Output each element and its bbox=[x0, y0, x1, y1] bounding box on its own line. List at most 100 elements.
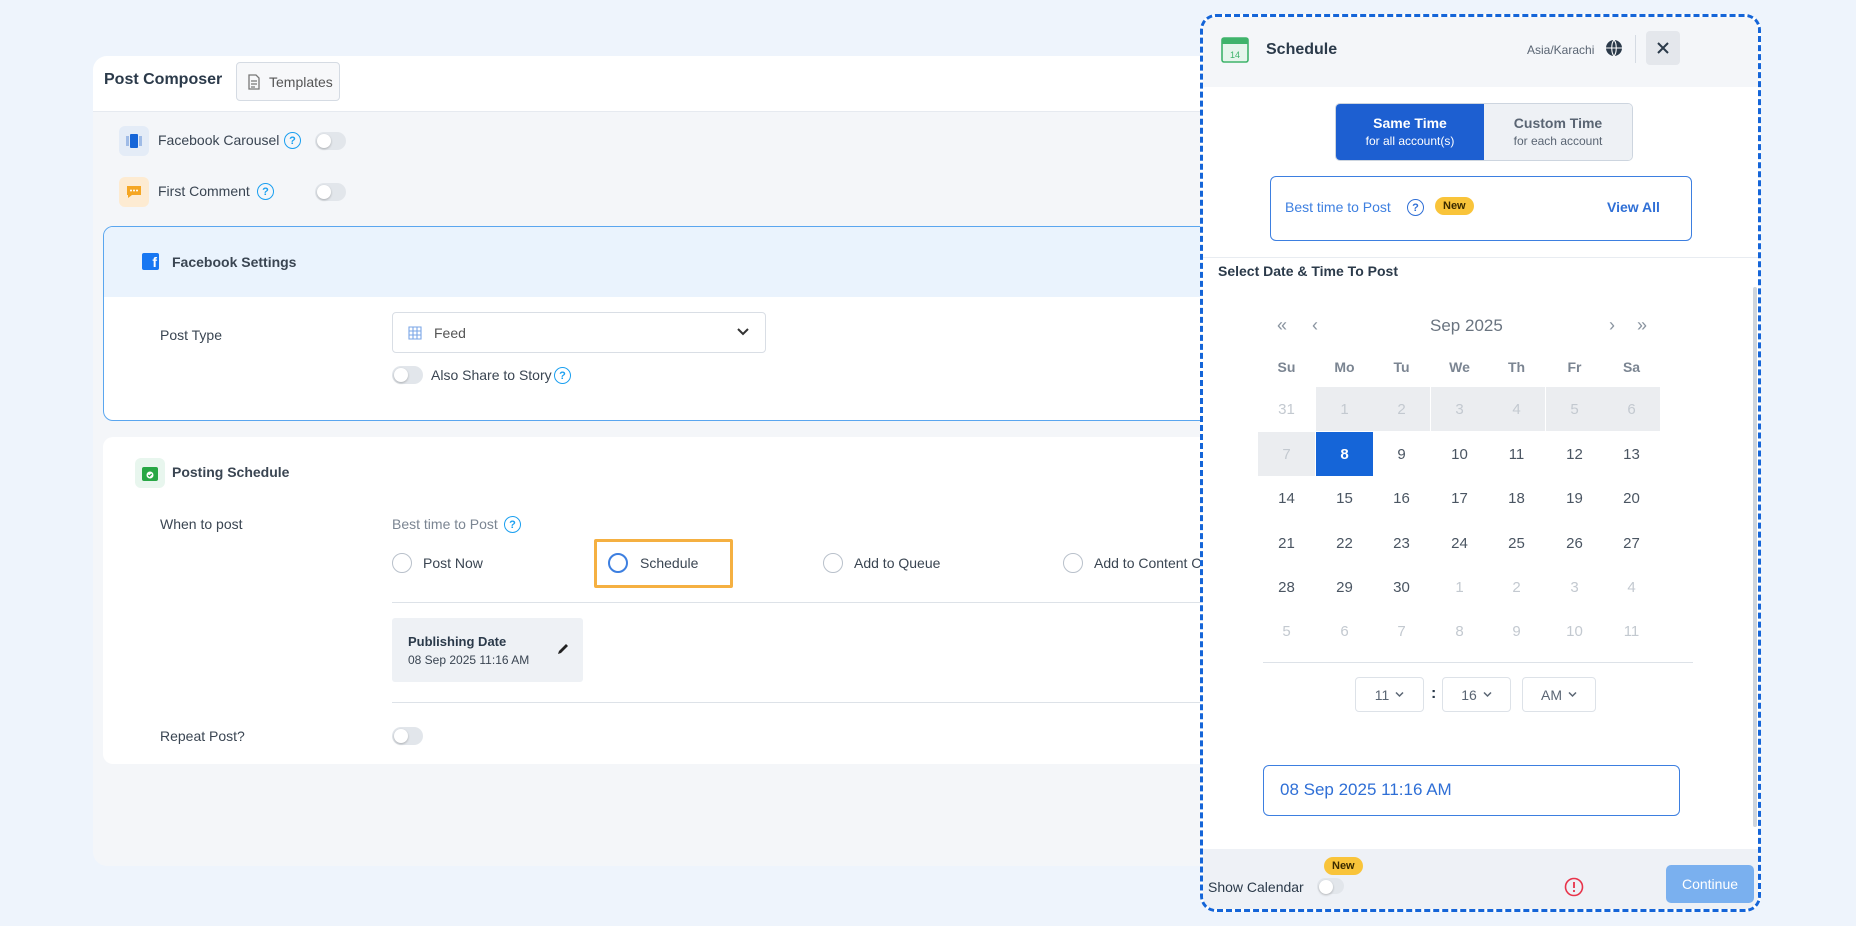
calendar-day[interactable]: 26 bbox=[1546, 521, 1603, 565]
modal-title: Schedule bbox=[1266, 41, 1338, 58]
templates-button[interactable]: Templates bbox=[236, 62, 340, 101]
calendar-day[interactable]: 28 bbox=[1258, 565, 1315, 609]
calendar-day[interactable]: 16 bbox=[1373, 476, 1430, 520]
view-all-link[interactable]: View All bbox=[1607, 199, 1660, 215]
post-type-select[interactable]: Feed bbox=[392, 312, 766, 353]
calendar-day[interactable]: 17 bbox=[1431, 476, 1488, 520]
calendar-day-disabled: 3 bbox=[1431, 387, 1488, 431]
calendar-day-selected[interactable]: 8 bbox=[1316, 432, 1373, 476]
radio-add-to-content-calendar-label: Add to Content C bbox=[1094, 555, 1202, 571]
also-share-toggle[interactable] bbox=[392, 366, 423, 384]
calendar-day[interactable]: 24 bbox=[1431, 521, 1488, 565]
calendar-day[interactable]: 15 bbox=[1316, 476, 1373, 520]
radio-add-to-content-calendar[interactable] bbox=[1063, 553, 1083, 573]
calendar-day[interactable]: 29 bbox=[1316, 565, 1373, 609]
time-separator: : bbox=[1431, 685, 1437, 702]
first-comment-toggle[interactable] bbox=[315, 183, 346, 201]
timezone-label[interactable]: Asia/Karachi bbox=[1527, 43, 1594, 57]
svg-text:14: 14 bbox=[1230, 50, 1240, 60]
calendar-day[interactable]: 18 bbox=[1488, 476, 1545, 520]
radio-post-now[interactable] bbox=[392, 553, 412, 573]
tab-same-time-title: Same Time bbox=[1373, 115, 1447, 131]
close-button[interactable] bbox=[1646, 31, 1680, 65]
minute-value: 16 bbox=[1461, 686, 1477, 703]
globe-icon[interactable] bbox=[1605, 39, 1623, 57]
prev-year-icon[interactable]: « bbox=[1277, 315, 1287, 336]
calendar-check-icon bbox=[135, 458, 165, 488]
calendar-month[interactable]: Sep bbox=[1430, 316, 1460, 336]
pencil-icon[interactable] bbox=[556, 642, 570, 656]
calendar-day-disabled: 6 bbox=[1603, 387, 1660, 431]
new-badge: New bbox=[1435, 197, 1474, 215]
hour-select[interactable]: 11 bbox=[1355, 677, 1424, 712]
calendar-day[interactable]: 11 bbox=[1488, 432, 1545, 476]
best-time-help-icon[interactable]: ? bbox=[504, 516, 521, 533]
calendar-day[interactable]: 30 bbox=[1373, 565, 1430, 609]
tab-custom-time-subtitle: for each account bbox=[1513, 134, 1603, 148]
also-share-help-icon[interactable]: ? bbox=[554, 367, 571, 384]
calendar-day-outside: 3 bbox=[1570, 578, 1579, 596]
calendar-day[interactable]: 10 bbox=[1431, 432, 1488, 476]
calendar-day[interactable]: 9 bbox=[1373, 432, 1430, 476]
minute-select[interactable]: 16 bbox=[1442, 677, 1511, 712]
prev-month-icon[interactable]: ‹ bbox=[1312, 315, 1318, 336]
document-icon bbox=[248, 73, 260, 90]
calendar-day[interactable]: 23 bbox=[1373, 521, 1430, 565]
calendar-day[interactable]: 22 bbox=[1316, 521, 1373, 565]
calendar-day-disabled: 5 bbox=[1546, 387, 1603, 431]
best-time-panel-help-icon[interactable]: ? bbox=[1407, 199, 1424, 216]
calendar-day[interactable]: 12 bbox=[1546, 432, 1603, 476]
next-month-icon[interactable]: › bbox=[1609, 315, 1615, 336]
weekday-fr: Fr bbox=[1567, 359, 1582, 375]
best-time-label: Best time to Post bbox=[392, 516, 498, 532]
tab-same-time[interactable]: Same Time for all account(s) bbox=[1336, 104, 1484, 160]
publishing-date-title: Publishing Date bbox=[408, 634, 507, 649]
schedule-modal: 14 Schedule Asia/Karachi Same Time for a… bbox=[1200, 14, 1761, 912]
show-calendar-toggle[interactable] bbox=[1317, 878, 1344, 894]
carousel-help-icon[interactable]: ? bbox=[284, 132, 301, 149]
tab-custom-time[interactable]: Custom Time for each account bbox=[1484, 104, 1632, 160]
weekday-su: Su bbox=[1277, 359, 1296, 375]
meridiem-select[interactable]: AM bbox=[1522, 677, 1596, 712]
next-year-icon[interactable]: » bbox=[1637, 315, 1647, 336]
also-share-label: Also Share to Story bbox=[431, 367, 552, 383]
calendar-day[interactable]: 27 bbox=[1603, 521, 1660, 565]
scrollbar[interactable] bbox=[1753, 287, 1757, 827]
show-calendar-new-badge: New bbox=[1324, 857, 1363, 875]
publishing-date-value: 08 Sep 2025 11:16 AM bbox=[408, 653, 530, 667]
when-to-post-label: When to post bbox=[160, 516, 243, 532]
composer-header: Post Composer Templates bbox=[93, 56, 1243, 112]
radio-schedule[interactable] bbox=[608, 553, 628, 573]
chevron-down-icon bbox=[1483, 691, 1492, 698]
calendar-day-disabled: 1 bbox=[1316, 387, 1373, 431]
posting-schedule-card bbox=[103, 437, 1253, 764]
divider bbox=[392, 602, 1202, 603]
weekday-we: We bbox=[1449, 359, 1470, 375]
comment-icon bbox=[119, 177, 149, 207]
calendar-day-outside: 6 bbox=[1340, 622, 1349, 640]
radio-add-to-queue[interactable] bbox=[823, 553, 843, 573]
calendar-day[interactable]: 25 bbox=[1488, 521, 1545, 565]
divider bbox=[392, 702, 1202, 703]
calendar-day-disabled: 31 bbox=[1278, 400, 1295, 418]
calendar-day-outside: 10 bbox=[1566, 622, 1583, 640]
calendar-day[interactable]: 19 bbox=[1546, 476, 1603, 520]
repeat-post-toggle[interactable] bbox=[392, 727, 423, 745]
calendar-year[interactable]: 2025 bbox=[1465, 316, 1503, 336]
first-comment-help-icon[interactable]: ? bbox=[257, 183, 274, 200]
divider bbox=[1203, 257, 1758, 258]
carousel-toggle[interactable] bbox=[315, 132, 346, 150]
continue-button[interactable]: Continue bbox=[1666, 865, 1754, 903]
calendar-day[interactable]: 20 bbox=[1603, 476, 1660, 520]
close-icon bbox=[1657, 42, 1669, 54]
best-time-panel-label: Best time to Post bbox=[1285, 199, 1391, 215]
calendar-day[interactable]: 14 bbox=[1258, 476, 1315, 520]
selected-datetime-field[interactable]: 08 Sep 2025 11:16 AM bbox=[1263, 765, 1680, 816]
calendar-day[interactable]: 21 bbox=[1258, 521, 1315, 565]
chevron-down-icon bbox=[1568, 691, 1577, 698]
calendar-day-outside: 4 bbox=[1627, 578, 1636, 596]
calendar-day-outside: 11 bbox=[1623, 622, 1640, 640]
calendar-day[interactable]: 13 bbox=[1603, 432, 1660, 476]
calendar-day-outside: 8 bbox=[1455, 622, 1464, 640]
publishing-date-box: Publishing Date 08 Sep 2025 11:16 AM bbox=[392, 618, 583, 682]
